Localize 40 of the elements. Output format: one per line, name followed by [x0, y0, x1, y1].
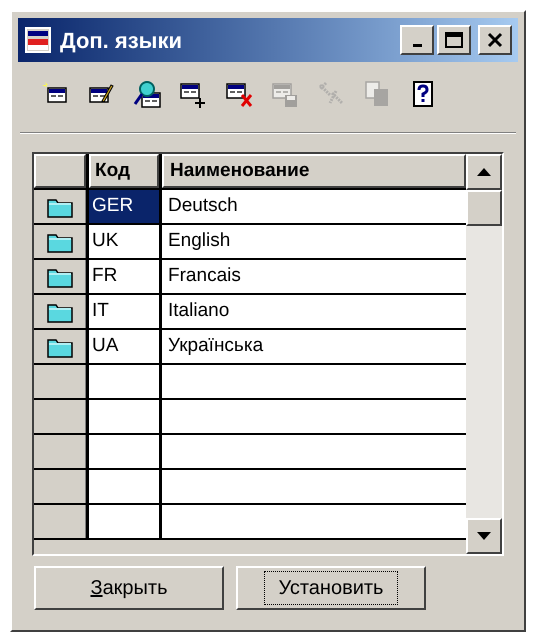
column-header[interactable]: Наименование — [162, 154, 466, 188]
empty-cell[interactable] — [89, 470, 159, 503]
table-cell[interactable]: English — [162, 225, 466, 258]
table-cell[interactable]: GER — [89, 190, 159, 223]
table-cell[interactable]: Italiano — [162, 295, 466, 328]
table-cell[interactable]: IT — [89, 295, 159, 328]
window-title: Доп. языки — [60, 26, 183, 54]
close-button[interactable]: Закрыть — [34, 566, 224, 610]
column-header[interactable]: Код — [89, 154, 159, 188]
scroll-up-button[interactable] — [466, 154, 502, 190]
table-cell[interactable]: Francais — [162, 260, 466, 293]
minimize-button[interactable] — [400, 25, 434, 55]
window-icon — [24, 25, 54, 55]
empty-cell[interactable] — [162, 365, 466, 398]
maximize-button[interactable] — [437, 25, 471, 55]
empty-cell[interactable] — [162, 470, 466, 503]
up-arrow-icon — [477, 168, 491, 176]
table-cell[interactable]: FR — [89, 260, 159, 293]
scrollbar[interactable] — [466, 154, 502, 554]
table-cell[interactable]: UA — [89, 330, 159, 363]
down-arrow-icon — [477, 532, 491, 540]
empty-cell[interactable] — [162, 505, 466, 538]
maximize-icon — [445, 32, 463, 48]
empty-cell[interactable] — [89, 435, 159, 468]
table-cell[interactable]: Deutsch — [162, 190, 466, 223]
table-cell[interactable]: UK — [89, 225, 159, 258]
empty-cell[interactable] — [162, 435, 466, 468]
scroll-down-button[interactable] — [466, 518, 502, 554]
empty-cell[interactable] — [89, 400, 159, 433]
minimize-icon — [412, 44, 422, 46]
table-cell[interactable]: Українська — [162, 330, 466, 363]
empty-cell[interactable] — [162, 400, 466, 433]
install-button[interactable]: Установить — [236, 566, 426, 610]
scroll-thumb[interactable] — [466, 190, 502, 226]
magnifier-icon[interactable] — [132, 79, 162, 109]
close-icon — [487, 32, 503, 48]
empty-cell[interactable] — [89, 365, 159, 398]
empty-cell[interactable] — [89, 505, 159, 538]
header-cell — [34, 154, 86, 188]
close-button[interactable] — [478, 25, 512, 55]
